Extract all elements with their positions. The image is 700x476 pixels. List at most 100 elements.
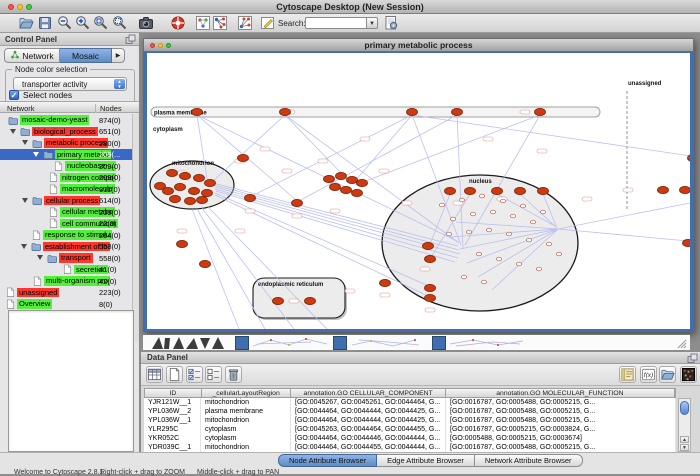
network-node[interactable] (185, 197, 196, 204)
network-node-small[interactable] (540, 210, 545, 214)
tree-row[interactable]: Overview8(0) (0, 298, 132, 310)
network-node-small[interactable] (470, 212, 475, 216)
tree-row[interactable]: nitrogen compo209(0) (0, 172, 132, 184)
network-node-small[interactable] (536, 267, 541, 271)
network-node[interactable] (292, 199, 303, 206)
network-node[interactable] (324, 175, 335, 182)
network-node[interactable] (357, 179, 368, 186)
network-node[interactable] (423, 242, 434, 249)
expand-arrow-icon[interactable] (22, 198, 28, 203)
tree-row[interactable]: macromolecule311(0) (0, 183, 132, 195)
network-node[interactable] (515, 187, 526, 194)
notes-icon[interactable] (619, 366, 636, 383)
network-node[interactable] (380, 279, 391, 286)
scroll-up-icon[interactable]: ▲ (680, 436, 689, 443)
birdseye-view-panel[interactable] (8, 310, 134, 452)
close-network-icon[interactable] (150, 43, 155, 48)
window-controls[interactable] (8, 4, 32, 10)
network-node[interactable] (425, 284, 436, 291)
network-node[interactable] (192, 108, 203, 115)
new-attribute-icon[interactable] (166, 366, 183, 383)
table-row[interactable]: YLR295Ccytoplasm[GO:0045263, GO:0044464,… (144, 425, 676, 434)
network-node-small[interactable] (486, 228, 491, 232)
snapshot-icon[interactable] (138, 15, 154, 31)
network-node[interactable] (189, 187, 200, 194)
edge[interactable] (285, 115, 347, 179)
table-column-header[interactable]: ID (145, 389, 202, 397)
tree-row[interactable]: metabolic process280(0) (0, 137, 132, 149)
tree-row[interactable]: multi-organism pro42(0) (0, 275, 132, 287)
scroll-down-icon[interactable]: ▼ (680, 444, 689, 451)
edge[interactable] (192, 209, 239, 329)
expand-arrow-icon[interactable] (37, 255, 43, 260)
network-node[interactable] (658, 186, 669, 193)
annotation-icon[interactable] (260, 15, 276, 31)
network-node[interactable] (273, 297, 284, 304)
network-node[interactable] (425, 294, 436, 301)
network-node[interactable] (465, 187, 476, 194)
network-node[interactable] (205, 179, 216, 186)
network-node-small[interactable] (516, 262, 521, 266)
minimized-window-preview[interactable] (251, 336, 331, 350)
table-column-header[interactable]: annotation.GO CELLULAR_COMPONENT (291, 389, 445, 397)
close-window-icon[interactable] (8, 4, 14, 10)
layout-icon[interactable] (212, 15, 228, 31)
network-node[interactable] (445, 187, 456, 194)
network-node[interactable] (194, 174, 205, 181)
network-node-small[interactable] (556, 252, 561, 256)
tree-scrollbar[interactable] (132, 114, 139, 342)
zoom-in-icon[interactable] (75, 15, 91, 31)
tab-edge-attribute-browser[interactable]: Edge Attribute Browser (377, 454, 475, 467)
table-scrollbar[interactable]: ▲ ▼ (678, 398, 691, 452)
network-node-small[interactable] (466, 230, 471, 234)
vizmapper-icon[interactable] (195, 15, 211, 31)
tree-row[interactable]: transport558(0) (0, 252, 132, 264)
tree-row[interactable]: nucleobase-...209(0) (0, 160, 132, 172)
zoom-window-icon[interactable] (26, 4, 32, 10)
network-node-small[interactable] (506, 232, 511, 236)
table-column-header[interactable]: _cellularLayoutRegion (202, 389, 292, 397)
minimized-window-glyphs[interactable] (148, 335, 236, 351)
network-node-small[interactable] (446, 232, 451, 236)
network-node-small[interactable] (510, 214, 515, 218)
minimized-window-icon[interactable] (333, 336, 347, 350)
network-window-controls[interactable] (150, 43, 171, 48)
save-session-icon[interactable] (37, 15, 53, 31)
minimized-window-icon[interactable] (235, 336, 249, 350)
session-settings-icon[interactable] (383, 15, 399, 31)
matrix-icon[interactable] (680, 366, 697, 383)
network-node[interactable] (238, 154, 249, 161)
expand-arrow-icon[interactable] (33, 152, 39, 157)
network-node[interactable] (341, 186, 352, 193)
tab-network-attribute-browser[interactable]: Network Attribute Browser (475, 454, 583, 467)
network-node[interactable] (336, 172, 347, 179)
network-node-small[interactable] (520, 204, 525, 208)
table-column-header[interactable]: annotation.GO MOLECULAR_FUNCTION (446, 389, 675, 397)
tree-row[interactable]: cellular process614(0) (0, 195, 132, 207)
network-node[interactable] (330, 183, 341, 190)
network-node[interactable] (180, 172, 191, 179)
network-node[interactable] (202, 189, 213, 196)
plasma-membrane-region[interactable] (151, 107, 600, 117)
minimized-window-preview[interactable] (448, 336, 528, 350)
network-node-small[interactable] (481, 280, 486, 284)
tab-network[interactable]: Network (4, 48, 60, 63)
float-panel-icon[interactable] (125, 34, 136, 45)
zoom-out-icon[interactable] (57, 15, 73, 31)
network-view-window[interactable]: primary metabolic process plasma membran… (143, 38, 694, 332)
network-node[interactable] (535, 108, 546, 115)
tree-row[interactable]: unassigned223(0) (0, 287, 132, 299)
edge[interactable] (558, 203, 690, 229)
tree-row[interactable]: primary metabo209(... (0, 149, 132, 161)
network-node[interactable] (425, 255, 436, 262)
network-node[interactable] (167, 169, 178, 176)
table-row[interactable]: YKR052Ccytoplasm[GO:0044464, GO:0044446,… (144, 434, 676, 443)
edge[interactable] (197, 209, 265, 329)
tree-row[interactable]: biological_process651(0) (0, 126, 132, 138)
network-node-small[interactable] (476, 252, 481, 256)
tree-row[interactable]: cellular metabo209(0) (0, 206, 132, 218)
table-row[interactable]: YPL036W__1mitochondrion[GO:0044464, GO:0… (144, 416, 676, 425)
function-builder-icon[interactable]: f(x) (640, 366, 657, 383)
tree-row[interactable]: response to stimulu264(0) (0, 229, 132, 241)
network-node-small[interactable] (450, 217, 455, 221)
